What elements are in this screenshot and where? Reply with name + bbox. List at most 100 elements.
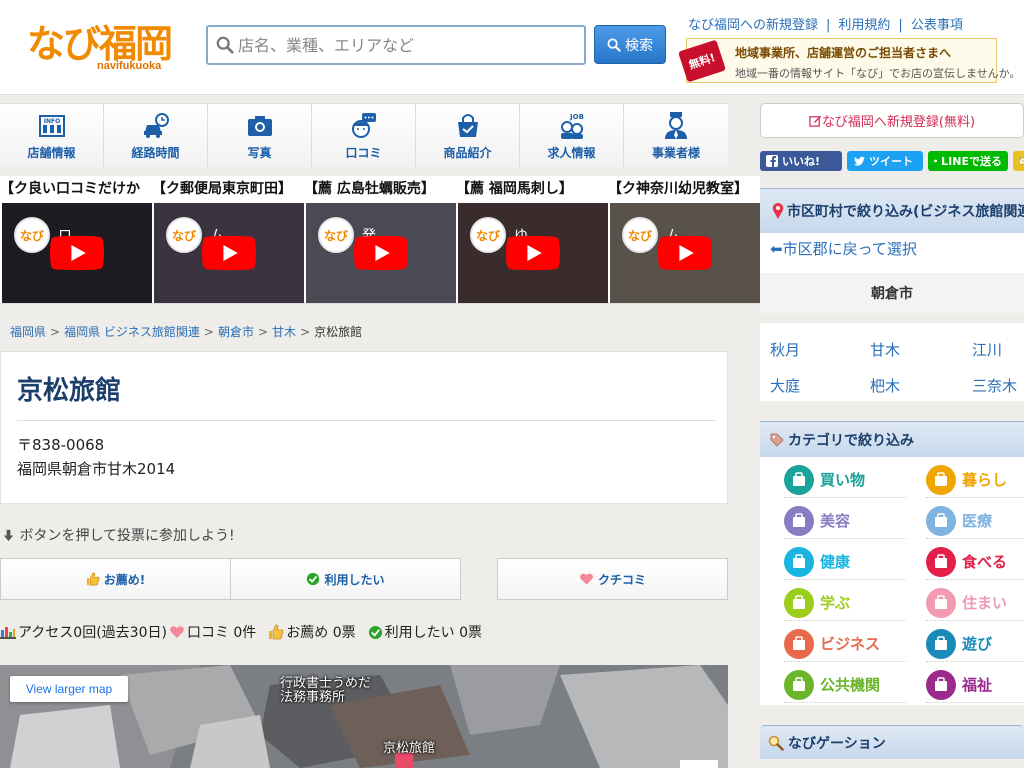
breadcrumb-prefecture[interactable]: 福岡県 [10,325,46,339]
category-item[interactable]: 公共機関 [784,667,906,703]
edit-icon [809,115,821,127]
video-title[interactable]: 【ク郵便局東京町田】 [152,178,304,198]
video-item[interactable]: 【薦 広島牡蠣販売】発…なび [304,176,456,303]
video-title[interactable]: 【ク良い口コミだけか [0,178,152,198]
video-thumbnail[interactable]: ム…なび [610,203,760,303]
search-input[interactable] [238,31,578,59]
breadcrumb-category[interactable]: 福岡県 ビジネス旅館関連 [64,325,200,339]
town-link[interactable]: 甘木 [870,339,900,360]
category-item[interactable]: 買い物 [784,462,906,498]
breadcrumb-town[interactable]: 甘木 [272,325,296,339]
site-logo[interactable]: なび福岡 navifukuoka [27,22,177,78]
search-button[interactable]: 検索 [594,25,666,64]
town-link[interactable]: 秋月 [770,339,800,360]
facebook-like-button[interactable]: いいね! [760,151,842,171]
town-list: 秋月 甘木 江川 大庭 杷木 三奈木 [760,323,1024,401]
register-free-button[interactable]: なび福岡へ新規登録(無料) [760,103,1024,138]
magnifier-icon [768,735,784,751]
line-share-button[interactable]: LINEで送る [928,151,1008,171]
kuchikomi-label: クチコミ [597,572,646,587]
video-item[interactable]: 【ク良い口コミだけかロ…なび [0,176,152,303]
camera-icon [247,116,272,136]
category-item[interactable]: 健康 [784,544,906,580]
recommend-button[interactable]: お薦め! [0,558,231,600]
channel-avatar: なび [470,217,506,253]
play-button-icon[interactable] [50,230,104,276]
category-item[interactable]: 住まい [926,585,1024,621]
video-thumbnail[interactable]: ム…なび [154,203,304,303]
recommend-label: お薦め! [103,572,146,587]
link-separator: | [826,18,831,33]
arrow-down-icon [3,529,14,542]
want-to-use-button[interactable]: 利用したい [230,558,461,600]
video-item[interactable]: 【ク神奈川幼児教室】ム…なび [608,176,760,303]
breadcrumb-city[interactable]: 朝倉市 [218,325,254,339]
category-item[interactable]: 美容 [784,503,906,539]
view-larger-map-link[interactable]: View larger map [10,676,128,702]
search-icon [607,38,621,52]
menu-reviews[interactable]: 口コミ [312,104,416,167]
menu-photos[interactable]: 写真 [208,104,312,167]
category-icon [926,464,956,495]
mail-share-button[interactable] [1013,151,1024,171]
category-icon [784,464,814,495]
play-button-icon[interactable] [354,230,408,276]
share-buttons: いいね! ツイート LINEで送る [760,151,1024,171]
video-title[interactable]: 【ク神奈川幼児教室】 [608,178,760,198]
video-item[interactable]: 【薦 福岡馬刺し】ゆ…なび [456,176,608,303]
video-item[interactable]: 【ク郵便局東京町田】ム…なび [152,176,304,303]
menu-label: 事業者様 [651,146,700,160]
breadcrumb-current: 京松旅館 [314,325,363,339]
video-title[interactable]: 【薦 広島牡蠣販売】 [304,178,456,198]
category-item[interactable]: 医療 [926,503,1024,539]
tweet-label: ツイート [869,155,913,168]
menu-jobs[interactable]: JOB 求人情報 [520,104,624,167]
menu-business-owners[interactable]: 事業者様 [624,104,728,167]
video-thumbnail[interactable]: ロ…なび [2,203,152,303]
svg-text:JOB: JOB [569,113,584,121]
town-link[interactable]: 大庭 [770,375,800,396]
category-label: 暮らし [962,471,1008,489]
category-item[interactable]: 食べる [926,544,1024,580]
category-item[interactable]: 遊び [926,626,1024,662]
tweet-button[interactable]: ツイート [847,151,923,171]
category-item[interactable]: 学ぶ [784,585,906,621]
breadcrumb-separator: > [257,325,269,339]
section-menu: INFO 店舗情報 経路時間 写真 口コミ 商品紹介 JOB 求人情報 事業者様 [0,103,728,167]
category-icon [926,546,956,577]
play-button-icon[interactable] [658,230,712,276]
advertise-banner[interactable]: 無料! 地域事業所、店舗運営のご担当者さまへ 地域一番の情報サイト「なび」でお店… [678,38,1020,83]
facebook-icon [766,155,778,167]
category-label: 遊び [962,635,993,653]
video-thumbnail[interactable]: ゆ…なび [458,203,608,303]
category-item[interactable]: ビジネス [784,626,906,662]
twitter-icon [853,156,865,166]
mail-icon [1019,157,1024,165]
terms-link[interactable]: 利用規約 [838,18,890,33]
check-circle-icon [368,625,382,639]
map-embed[interactable]: View larger map 行政書士うめだ 法務事務所 京松旅館 [0,665,728,768]
search-box [206,25,586,65]
category-item[interactable]: 福祉 [926,667,1024,703]
play-button-icon[interactable] [202,230,256,276]
menu-route-time[interactable]: 経路時間 [104,104,208,167]
video-thumbnail[interactable]: 発…なび [306,203,456,303]
page-title: 京松旅館 [17,376,122,406]
disclosure-link[interactable]: 公表事項 [911,18,963,33]
menu-store-info[interactable]: INFO 店舗情報 [0,104,104,167]
register-link[interactable]: なび福岡への新規登録 [688,18,818,33]
menu-products[interactable]: 商品紹介 [416,104,520,167]
town-link[interactable]: 杷木 [870,375,900,396]
play-button-icon[interactable] [506,230,560,276]
category-item[interactable]: 暮らし [926,462,1024,498]
navigation-title: なびゲーション [788,735,886,752]
right-sidebar: なび福岡へ新規登録(無料) いいね! ツイート LINEで送る 市区町村で絞り込… [760,103,1024,768]
menu-label: 経路時間 [131,146,180,160]
kuchikomi-button[interactable]: クチコミ [497,558,728,600]
video-title[interactable]: 【薦 福岡馬刺し】 [456,178,608,198]
back-to-district-link[interactable]: ⬅市区郡に戻って選択 [770,238,917,259]
town-link[interactable]: 江川 [972,339,1002,360]
search-icon [216,36,234,54]
town-link[interactable]: 三奈木 [972,375,1017,396]
menu-label: 店舗情報 [27,146,76,160]
